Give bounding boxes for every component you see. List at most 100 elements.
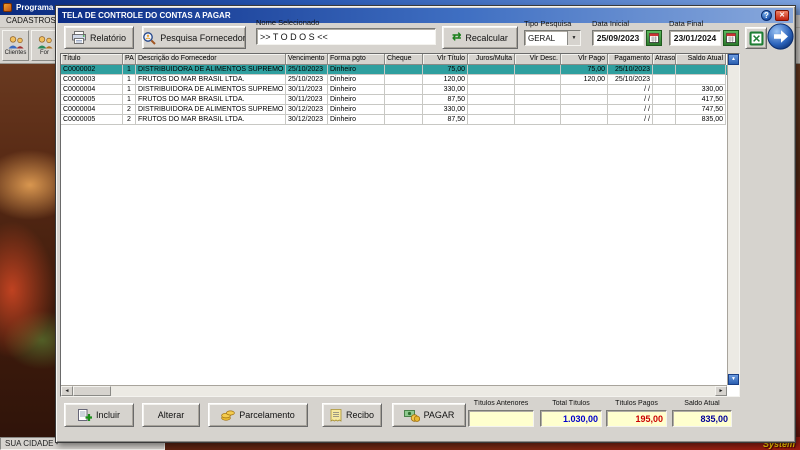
recibo-button[interactable]: Recibo [322,403,382,427]
grid-cell: 30/12/2023 [286,115,328,125]
help-button[interactable]: ? [761,10,772,21]
data-final-label: Data Final [669,19,704,28]
grid-cell [676,65,726,75]
incluir-button[interactable]: Incluir [64,403,134,427]
recalcular-label: Recalcular [465,32,508,43]
grid-cell [468,75,515,85]
grid-cell [468,115,515,125]
grid-cell: 330,00 [423,85,468,95]
main-window-title: Programa [16,3,54,12]
grid-vertical-scrollbar[interactable]: ▲ ▼ [727,54,739,385]
data-final-field[interactable]: 23/01/2024 [669,30,721,46]
grid-row[interactable]: C0000004 2 DISTRIBUIDORA DE ALIMENTOS SUPR… [61,105,727,115]
scroll-up-icon[interactable]: ▲ [728,54,739,65]
grid-cell [653,65,676,75]
export-excel-button[interactable] [745,27,767,49]
column-header: Título [61,54,123,65]
vscroll-track[interactable] [728,65,739,374]
grid-horizontal-scrollbar[interactable]: ◄ ► [61,385,727,396]
parcelamento-label: Parcelamento [239,410,295,420]
alterar-button[interactable]: Alterar [142,403,200,427]
grid-cell [385,85,423,95]
grid-cell [653,75,676,85]
titulos-pagos-label: Títulos Pagos [615,400,658,407]
column-header: Vencimento [286,54,328,65]
grid-cell [676,75,726,85]
relatorio-button[interactable]: Relatório [64,26,134,49]
fornecedores-label: For [40,49,49,56]
menu-cadastros[interactable]: CADASTROS [6,16,56,25]
grid-row[interactable]: C0000005 2 FRUTOS DO MAR BRASIL LTDA. 30/12… [61,115,727,125]
grid-cell: 120,00 [561,75,608,85]
hscroll-track[interactable] [111,386,715,396]
grid-row[interactable]: C0000004 1 DISTRIBUIDORA DE ALIMENTOS SUPR… [61,85,727,95]
data-inicial-calendar-button[interactable] [646,30,662,46]
grid-cell [653,105,676,115]
hscroll-thumb[interactable] [73,386,111,396]
scroll-left-icon[interactable]: ◄ [61,386,73,396]
excel-export-icon [749,31,763,45]
pay-money-icon [403,409,420,422]
pesquisa-fornecedor-button[interactable]: Pesquisa Fornecedor [142,26,246,49]
calendar-icon [649,33,659,43]
grid-cell [385,105,423,115]
column-header: PA [123,54,136,65]
fornecedores-toolbar-button[interactable]: For [31,30,58,61]
calendar-icon [726,33,736,43]
column-header: Pagamento [608,54,653,65]
scroll-down-icon[interactable]: ▼ [728,374,739,385]
clients-people-icon [8,35,24,48]
grid-cell: / / [608,105,653,115]
grid-cell: C0000003 [61,75,123,85]
app-icon [3,3,12,12]
grid-cell: 30/11/2023 [286,95,328,105]
grid-cell: 2 [123,115,136,125]
grid-row[interactable]: C0000002 1 DISTRIBUIDORA DE ALIMENTOS SUPR… [61,65,727,75]
grid-cell [561,105,608,115]
blue-circle-arrow-icon [767,23,794,50]
grid-cell: C0000004 [61,85,123,95]
chevron-down-icon[interactable]: ▼ [567,31,580,45]
grid-cell [468,85,515,95]
receipt-icon [330,408,342,422]
grid-cell [515,65,561,75]
data-inicial-field[interactable]: 25/09/2023 [592,30,644,46]
grid-cell: 75,00 [561,65,608,75]
grid-cell: FRUTOS DO MAR BRASIL LTDA. [136,95,286,105]
clientes-label: Clientes [4,49,27,56]
close-icon[interactable]: ✕ [775,10,789,21]
installments-coins-icon [221,410,235,421]
grid-cell: Dinheiro [328,105,385,115]
grid-cell: Dinheiro [328,75,385,85]
grid-cell [515,95,561,105]
grid-cell: 330,00 [676,85,726,95]
scroll-right-icon[interactable]: ► [715,386,727,396]
clientes-toolbar-button[interactable]: Clientes [2,30,29,61]
grid-cell: 120,00 [423,75,468,85]
contas-a-pagar-window: TELA DE CONTROLE DO CONTAS A PAGAR ? ✕ R… [55,5,796,443]
column-header: Cheque [385,54,423,65]
grid-cell: 25/10/2023 [286,75,328,85]
parcelamento-button[interactable]: Parcelamento [208,403,308,427]
grid-cell [653,95,676,105]
tipo-pesquisa-label: Tipo Pesquisa [524,19,572,28]
pagar-button[interactable]: PAGAR [392,403,466,427]
recalcular-button[interactable]: ⇄ Recalcular [442,26,518,49]
tipo-pesquisa-select[interactable]: GERAL ▼ [524,30,581,46]
data-final-calendar-button[interactable] [723,30,739,46]
total-titulos-field: 1.030,00 [540,410,602,427]
grid-cell [515,85,561,95]
nome-selecionado-input[interactable]: >> T O D O S << [256,28,436,45]
grid-cell [468,65,515,75]
incluir-label: Incluir [95,410,120,420]
go-exit-button[interactable] [767,23,794,50]
grid-row[interactable]: C0000003 1 FRUTOS DO MAR BRASIL LTDA. 25/10… [61,75,727,85]
grid-cell: 2 [123,105,136,115]
grid-cell [653,115,676,125]
grid-row[interactable]: C0000005 1 FRUTOS DO MAR BRASIL LTDA. 30/11… [61,95,727,105]
grid-cell: 25/10/2023 [608,75,653,85]
titulos-pagos-field: 195,00 [606,410,667,427]
grid-cell [385,115,423,125]
grid-cell: / / [608,95,653,105]
data-final-value: 23/01/2024 [673,33,717,43]
